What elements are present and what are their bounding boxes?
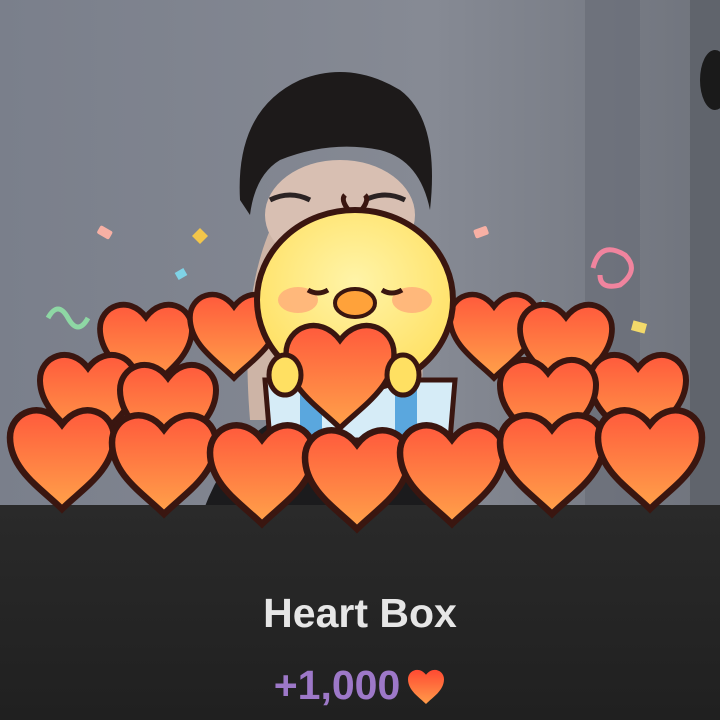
reward-amount: +1,000 bbox=[273, 662, 401, 708]
gift-title: Heart Box bbox=[263, 590, 457, 636]
reward-row: +1,000 bbox=[0, 662, 720, 709]
heart-icon bbox=[408, 669, 445, 704]
gift-popup-screen: Heart Box +1,000 bbox=[0, 0, 720, 720]
